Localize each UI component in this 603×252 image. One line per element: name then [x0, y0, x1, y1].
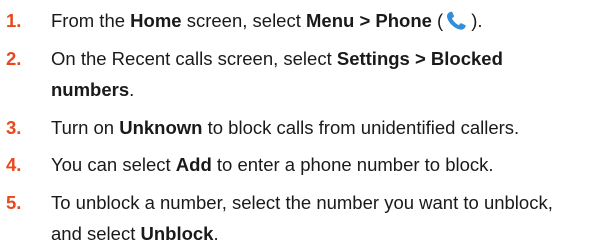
step-text: To unblock a number, select the number y… — [51, 192, 553, 213]
step-text: and select Unblock. — [51, 223, 219, 244]
phone-icon — [447, 11, 466, 30]
menu-phone-label: Menu > Phone — [306, 10, 432, 31]
numbers-label: numbers — [51, 79, 130, 100]
settings-blocked-label: Settings > Blocked — [336, 48, 503, 69]
step-text: From the Home screen, select Menu > Phon… — [51, 10, 483, 31]
unblock-label: Unblock — [140, 223, 214, 244]
step-text: Turn on Unknown to block calls from unid… — [51, 117, 520, 138]
step-number: 3. — [6, 117, 22, 138]
unknown-label: Unknown — [119, 117, 203, 138]
home-label: Home — [130, 10, 182, 31]
step-number: 1. — [6, 10, 22, 31]
step-number: 5. — [6, 192, 22, 213]
step-text: On the Recent calls screen, select Setti… — [51, 48, 503, 69]
step-text: numbers. — [51, 79, 135, 100]
step-text: You can select Add to enter a phone numb… — [51, 154, 494, 175]
step-number: 4. — [6, 154, 22, 175]
add-label: Add — [175, 154, 212, 175]
step-number: 2. — [6, 48, 22, 69]
